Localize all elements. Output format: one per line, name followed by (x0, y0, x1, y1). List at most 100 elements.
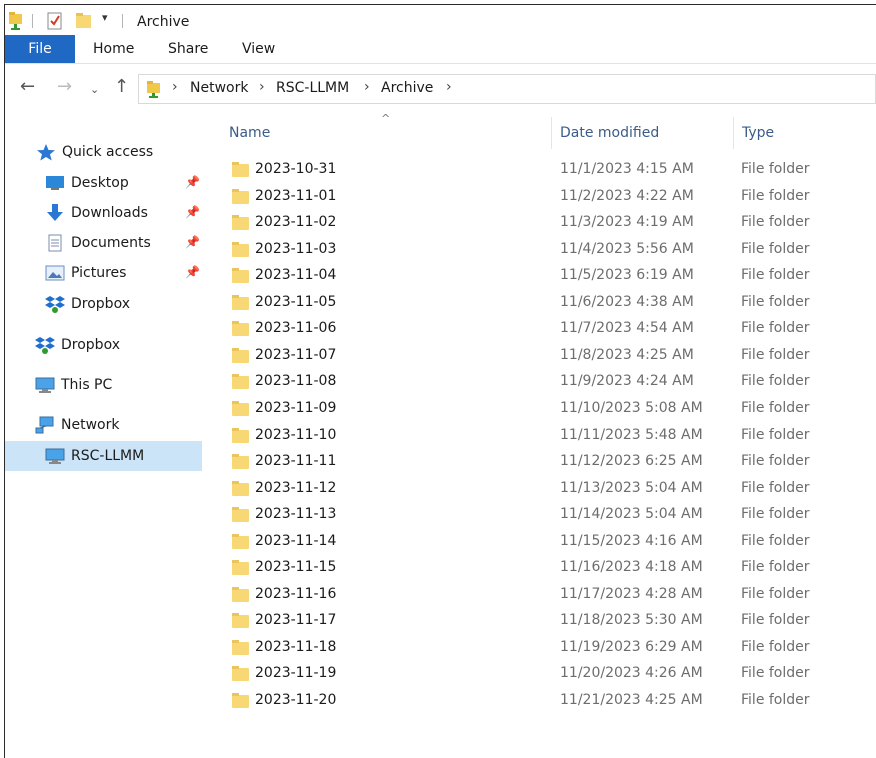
sidebar-item-documents[interactable]: Documents (45, 229, 151, 257)
breadcrumb-chevron-icon[interactable]: › (446, 79, 452, 95)
sidebar-item-rsc-llmm[interactable]: RSC-LLMM (5, 441, 202, 471)
file-row[interactable]: 2023-11-05 11/6/2023 4:38 AM File folder (222, 290, 862, 316)
column-divider[interactable] (551, 117, 552, 149)
pin-icon[interactable]: 📌 (185, 205, 200, 219)
sidebar-item-this-pc[interactable]: This PC (35, 371, 112, 399)
sidebar-item-label: This PC (61, 377, 113, 393)
address-bar[interactable]: › Network › RSC-LLMM › Archive › (138, 74, 876, 104)
folder-icon (232, 427, 249, 443)
recent-locations-chevron-icon[interactable]: ⌄ (90, 80, 99, 100)
file-name: 2023-11-02 (255, 214, 337, 231)
forward-arrow-icon[interactable]: → (57, 77, 72, 97)
sidebar-item-pictures[interactable]: Pictures (45, 259, 126, 287)
folder-icon (232, 347, 249, 363)
file-row[interactable]: 2023-11-19 11/20/2023 4:26 AM File folder (222, 661, 862, 687)
breadcrumb-chevron-icon[interactable]: › (259, 79, 265, 95)
file-date-modified: 11/1/2023 4:15 AM (560, 161, 694, 177)
file-type: File folder (741, 665, 810, 682)
file-row[interactable]: 2023-11-09 11/10/2023 5:08 AM File folder (222, 396, 862, 422)
breadcrumb-rsc-llmm[interactable]: RSC-LLMM (276, 80, 349, 96)
file-row[interactable]: 2023-11-06 11/7/2023 4:54 AM File folder (222, 316, 862, 342)
file-row[interactable]: 2023-11-20 11/21/2023 4:25 AM File folder (222, 688, 862, 714)
folder-icon (232, 507, 249, 523)
column-header-date-modified[interactable]: Date modified (560, 125, 659, 141)
folder-icon (232, 374, 249, 390)
sidebar-item-quick-access[interactable]: Quick access (36, 138, 153, 166)
file-type: File folder (741, 267, 810, 284)
file-row[interactable]: 2023-11-13 11/14/2023 5:04 AM File folder (222, 502, 862, 528)
folder-icon (232, 454, 249, 470)
column-header-name[interactable]: Name (229, 125, 270, 141)
column-header-type[interactable]: Type (742, 125, 774, 141)
file-date-modified: 11/16/2023 4:18 AM (560, 559, 703, 576)
file-row[interactable]: 2023-11-17 11/18/2023 5:30 AM File folder (222, 608, 862, 634)
customize-toolbar-icon[interactable]: ▾ (102, 11, 108, 24)
file-name: 2023-11-10 (255, 426, 337, 443)
star-icon (37, 144, 55, 161)
breadcrumb-chevron-icon[interactable]: › (172, 79, 178, 95)
back-arrow-icon[interactable]: ← (20, 77, 35, 97)
title-separator (32, 14, 33, 28)
file-type: File folder (741, 399, 810, 416)
file-row[interactable]: 2023-11-04 11/5/2023 6:19 AM File folder (222, 263, 862, 289)
file-date-modified: 11/11/2023 5:48 AM (560, 426, 703, 443)
file-row[interactable]: 2023-10-31 11/1/2023 4:15 AM File folder (222, 157, 862, 183)
breadcrumb-network[interactable]: Network (190, 80, 248, 96)
file-name: 2023-11-03 (255, 240, 337, 257)
file-row[interactable]: 2023-11-03 11/4/2023 5:56 AM File folder (222, 237, 862, 263)
title-separator (122, 14, 123, 28)
file-name: 2023-11-08 (255, 373, 337, 390)
folder-icon (232, 268, 249, 284)
file-row[interactable]: 2023-11-15 11/16/2023 4:18 AM File folder (222, 555, 862, 581)
file-row[interactable]: 2023-11-01 11/2/2023 4:22 AM File folder (222, 184, 862, 210)
file-name: 2023-11-15 (255, 559, 337, 576)
folder-icon (232, 241, 249, 257)
pin-icon[interactable]: 📌 (185, 235, 200, 249)
tab-share[interactable]: Share (168, 41, 208, 57)
new-folder-icon[interactable] (74, 11, 94, 31)
sidebar-item-label: Quick access (62, 144, 154, 160)
file-name: 2023-11-12 (255, 479, 337, 496)
sidebar-item-dropbox[interactable]: Dropbox (35, 331, 120, 359)
breadcrumb-chevron-icon[interactable]: › (364, 79, 370, 95)
folder-icon (232, 639, 249, 655)
file-type: File folder (741, 453, 810, 470)
tab-home[interactable]: Home (93, 41, 134, 57)
folder-pin-icon[interactable] (8, 11, 26, 31)
file-row[interactable]: 2023-11-18 11/19/2023 6:29 AM File folder (222, 635, 862, 661)
file-type: File folder (741, 161, 810, 177)
file-row[interactable]: 2023-11-16 11/17/2023 4:28 AM File folder (222, 582, 862, 608)
sidebar-item-desktop[interactable]: Desktop (45, 169, 129, 197)
file-row[interactable]: 2023-11-07 11/8/2023 4:25 AM File folder (222, 343, 862, 369)
file-name: 2023-11-07 (255, 346, 337, 363)
breadcrumb-archive[interactable]: Archive (381, 80, 433, 96)
up-arrow-icon[interactable]: ↑ (114, 77, 129, 97)
file-row[interactable]: 2023-11-10 11/11/2023 5:48 AM File folder (222, 423, 862, 449)
sidebar-item-dropbox-quick[interactable]: Dropbox (45, 290, 130, 318)
folder-icon (232, 188, 249, 204)
sidebar-item-downloads[interactable]: Downloads (45, 199, 148, 227)
file-row[interactable]: 2023-11-08 11/9/2023 4:24 AM File folder (222, 369, 862, 395)
file-date-modified: 11/9/2023 4:24 AM (560, 373, 694, 390)
sidebar-item-network[interactable]: Network (35, 411, 119, 439)
file-name: 2023-11-20 (255, 692, 337, 708)
tab-file[interactable]: File (5, 35, 75, 63)
column-divider[interactable] (733, 117, 734, 149)
folder-icon (232, 162, 249, 177)
file-date-modified: 11/12/2023 6:25 AM (560, 453, 703, 470)
file-date-modified: 11/4/2023 5:56 AM (560, 240, 694, 257)
file-row[interactable]: 2023-11-14 11/15/2023 4:16 AM File folder (222, 529, 862, 555)
pin-icon[interactable]: 📌 (185, 175, 200, 189)
file-row[interactable]: 2023-11-12 11/13/2023 5:04 AM File folder (222, 476, 862, 502)
dropbox-icon (35, 337, 55, 354)
file-type: File folder (741, 373, 810, 390)
sidebar-item-label: Documents (71, 235, 151, 251)
file-row[interactable]: 2023-11-02 11/3/2023 4:19 AM File folder (222, 210, 862, 236)
pin-icon[interactable]: 📌 (185, 265, 200, 279)
file-name: 2023-11-01 (255, 187, 337, 204)
file-type: File folder (741, 532, 810, 549)
folder-icon (232, 586, 249, 602)
properties-icon[interactable] (46, 11, 64, 31)
tab-view[interactable]: View (242, 41, 275, 57)
file-row[interactable]: 2023-11-11 11/12/2023 6:25 AM File folder (222, 449, 862, 475)
